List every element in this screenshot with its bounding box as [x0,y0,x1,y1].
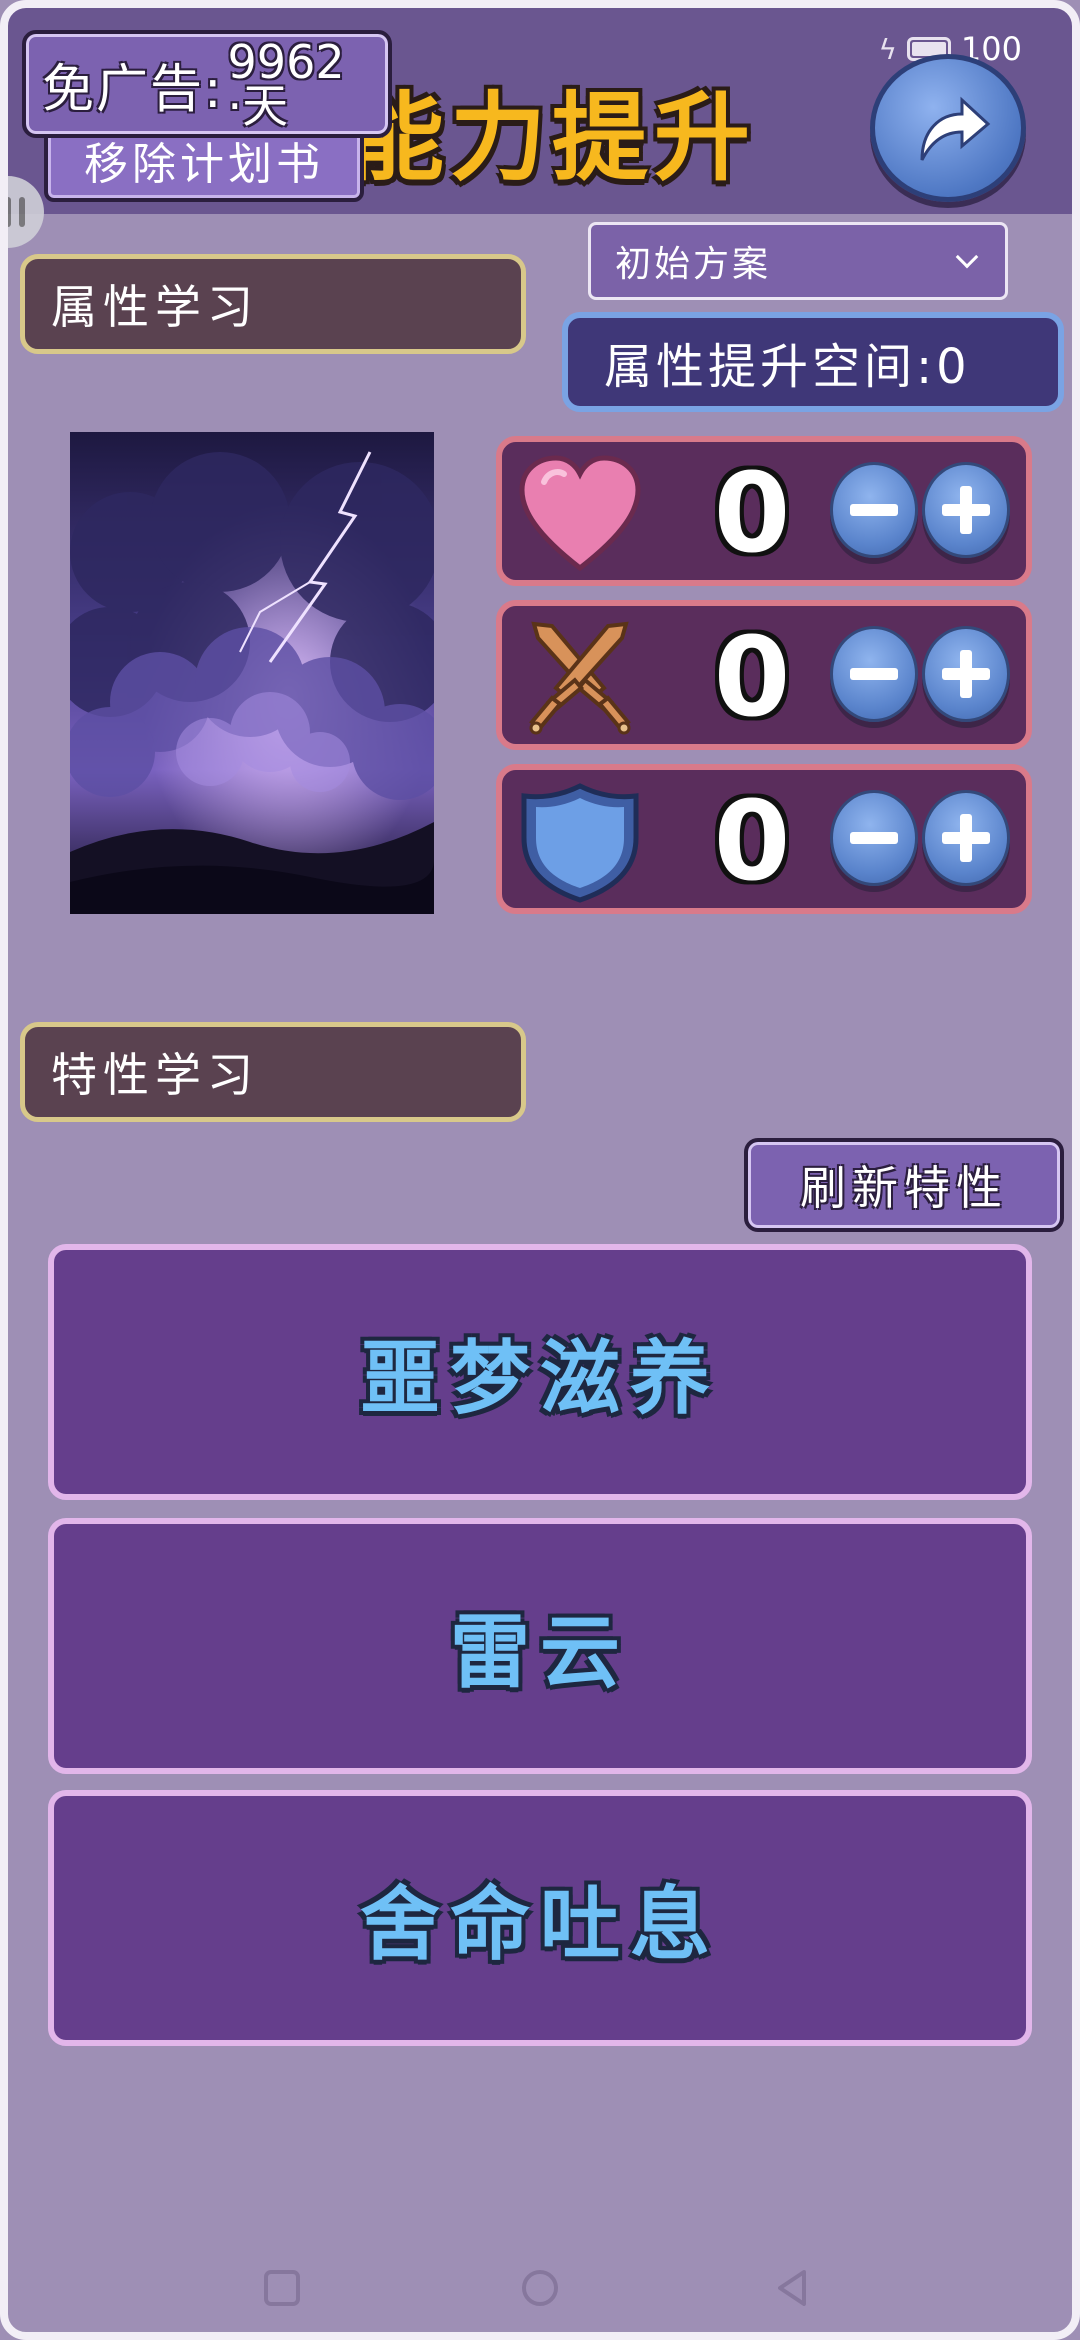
plan-select-value: 初始方案 [615,244,772,285]
page-title: 能力提升 [348,82,756,194]
plus-icon-vertical [960,650,972,698]
trait-card-1[interactable]: 噩梦滋养 [48,1244,1032,1500]
ad-free-days: 9962 ·天 [227,35,345,133]
crossed-swords-icon [529,621,631,735]
stat-row-defense: 0 [496,764,1032,914]
minus-icon [850,668,898,680]
header-bar: 能力提升 移除计划书 免广告: 9962 ·天 ϟ 100 [8,8,1072,214]
ad-free-days-number: 9962 [227,35,345,89]
back-button[interactable] [870,54,1026,202]
handle-grip-right [19,197,25,227]
handle-grip-left [5,197,11,227]
character-portrait [70,432,434,914]
trait-section-title: 特性学习 [20,1022,526,1122]
ad-free-label: 免广告: [42,59,224,120]
ad-free-days-unit: ·天 [227,79,289,133]
chevron-down-icon [955,245,979,269]
plan-select[interactable]: 初始方案 [588,222,1008,300]
heart-icon [519,455,641,572]
home-icon[interactable] [520,2268,560,2308]
defense-increase-button[interactable] [922,790,1010,886]
health-decrease-button[interactable] [830,462,918,558]
plus-icon-vertical [960,486,972,534]
defense-decrease-button[interactable] [830,790,918,886]
minus-icon [850,504,898,516]
attribute-points-box: 属性提升空间:0 [562,312,1064,412]
recent-apps-icon[interactable] [262,2268,302,2308]
shield-icon [521,783,639,903]
defense-value: 0 [713,777,791,905]
plus-icon-vertical [960,814,972,862]
trait-card-3[interactable]: 舍命吐息 [48,1790,1032,2046]
back-nav-icon[interactable] [772,2268,812,2308]
minus-icon [850,832,898,844]
stat-row-attack: 0 [496,600,1032,750]
stat-row-health: 0 [496,436,1032,586]
health-value: 0 [713,449,791,577]
system-nav-bar [0,2254,1080,2324]
refresh-traits-button[interactable]: 刷新特性 [744,1138,1064,1232]
attribute-section-title: 属性学习 [20,254,526,354]
attack-increase-button[interactable] [922,626,1010,722]
ad-free-badge[interactable]: 免广告: 9962 ·天 [22,30,392,138]
attack-value: 0 [713,613,791,741]
stormy-sky-image [70,432,434,914]
return-arrow-icon [920,96,991,161]
attack-decrease-button[interactable] [830,626,918,722]
trait-card-2[interactable]: 雷云 [48,1518,1032,1774]
charging-icon: ϟ [878,32,897,66]
health-increase-button[interactable] [922,462,1010,558]
